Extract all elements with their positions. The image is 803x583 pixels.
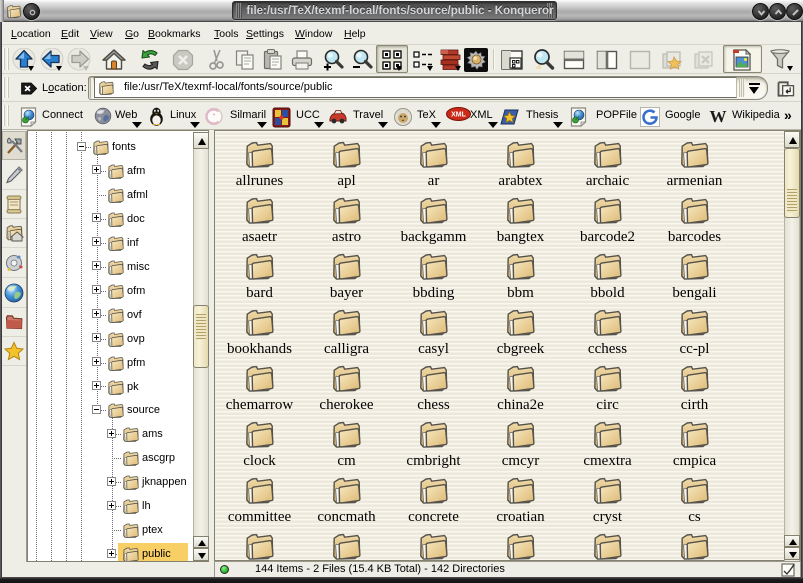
svg-text:XML: XML (451, 112, 467, 119)
svg-text:A: A (213, 113, 215, 117)
svg-text:W: W (710, 107, 727, 125)
